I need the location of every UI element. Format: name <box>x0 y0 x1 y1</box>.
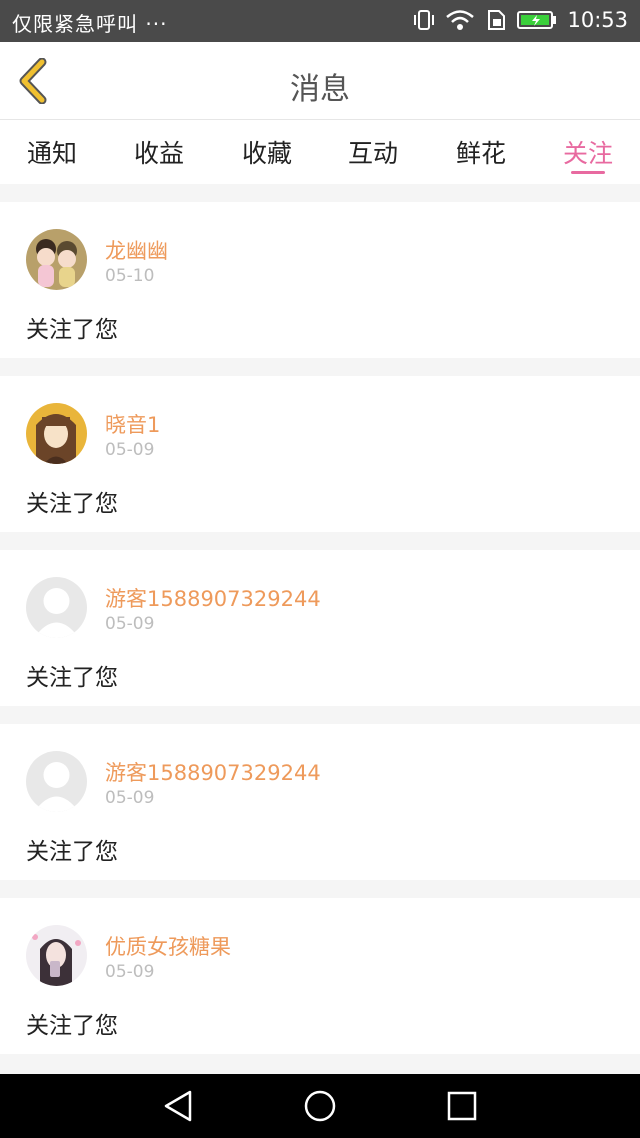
default-avatar-icon <box>26 751 87 812</box>
nav-back-button[interactable] <box>160 1088 196 1124</box>
tab-favorites[interactable]: 收藏 <box>227 134 307 170</box>
list-item[interactable]: 游客1588907329244 05-09 关注了您 <box>0 724 640 880</box>
message-date: 05-09 <box>105 440 155 460</box>
sim-icon <box>488 10 506 30</box>
user-name[interactable]: 游客1588907329244 <box>105 757 321 787</box>
message-text: 关注了您 <box>26 317 118 343</box>
user-name[interactable]: 游客1588907329244 <box>105 583 321 613</box>
message-date: 05-09 <box>105 788 155 808</box>
status-bar: 仅限紧急呼叫 ··· 10:53 <box>0 0 640 42</box>
avatar[interactable] <box>26 229 87 290</box>
message-text: 关注了您 <box>26 665 118 691</box>
vibrate-icon <box>414 10 435 30</box>
tab-earnings[interactable]: 收益 <box>119 134 199 170</box>
list-item[interactable]: 龙幽幽 05-10 关注了您 <box>0 202 640 358</box>
wifi-icon <box>446 10 475 30</box>
tab-follows[interactable]: 关注 <box>548 134 628 170</box>
system-nav-bar <box>0 1074 640 1138</box>
list-item[interactable]: 优质女孩糖果 05-09 关注了您 <box>0 898 640 1054</box>
active-tab-indicator <box>571 171 605 174</box>
tab-notifications[interactable]: 通知 <box>12 134 92 170</box>
message-text: 关注了您 <box>26 1013 118 1039</box>
nav-recents-button[interactable] <box>444 1088 480 1124</box>
home-circle-icon <box>304 1090 336 1122</box>
back-triangle-icon <box>164 1090 192 1122</box>
avatar[interactable] <box>26 577 87 638</box>
photo-girl-avatar <box>26 925 87 986</box>
message-date: 05-10 <box>105 266 155 286</box>
avatar[interactable] <box>26 925 87 986</box>
carrier-text: 仅限紧急呼叫 ··· <box>12 12 168 36</box>
nav-home-button[interactable] <box>302 1088 338 1124</box>
cartoon-couple-avatar <box>26 229 87 290</box>
user-name[interactable]: 优质女孩糖果 <box>105 931 231 961</box>
battery-charging-icon <box>517 11 557 29</box>
status-icons: 10:53 <box>413 8 628 32</box>
message-list: 龙幽幽 05-10 关注了您 晓音1 05-09 关注了您 游客15889073… <box>0 202 640 1072</box>
tab-bar: 通知 收益 收藏 互动 鲜花 关注 <box>0 120 640 184</box>
header: 消息 <box>0 42 640 120</box>
message-text: 关注了您 <box>26 839 118 865</box>
avatar[interactable] <box>26 751 87 812</box>
user-name[interactable]: 龙幽幽 <box>105 235 168 265</box>
tab-interactions[interactable]: 互动 <box>333 134 413 170</box>
message-date: 05-09 <box>105 962 155 982</box>
message-text: 关注了您 <box>26 491 118 517</box>
message-date: 05-09 <box>105 614 155 634</box>
anime-girl-avatar <box>26 403 87 464</box>
recents-square-icon <box>447 1091 477 1121</box>
list-item[interactable]: 晓音1 05-09 关注了您 <box>0 376 640 532</box>
avatar[interactable] <box>26 403 87 464</box>
status-time: 10:53 <box>567 8 628 32</box>
page-title: 消息 <box>290 72 350 107</box>
user-name[interactable]: 晓音1 <box>105 409 160 439</box>
list-item[interactable]: 游客1588907329244 05-09 关注了您 <box>0 550 640 706</box>
default-avatar-icon <box>26 577 87 638</box>
tab-flowers[interactable]: 鲜花 <box>441 134 521 170</box>
